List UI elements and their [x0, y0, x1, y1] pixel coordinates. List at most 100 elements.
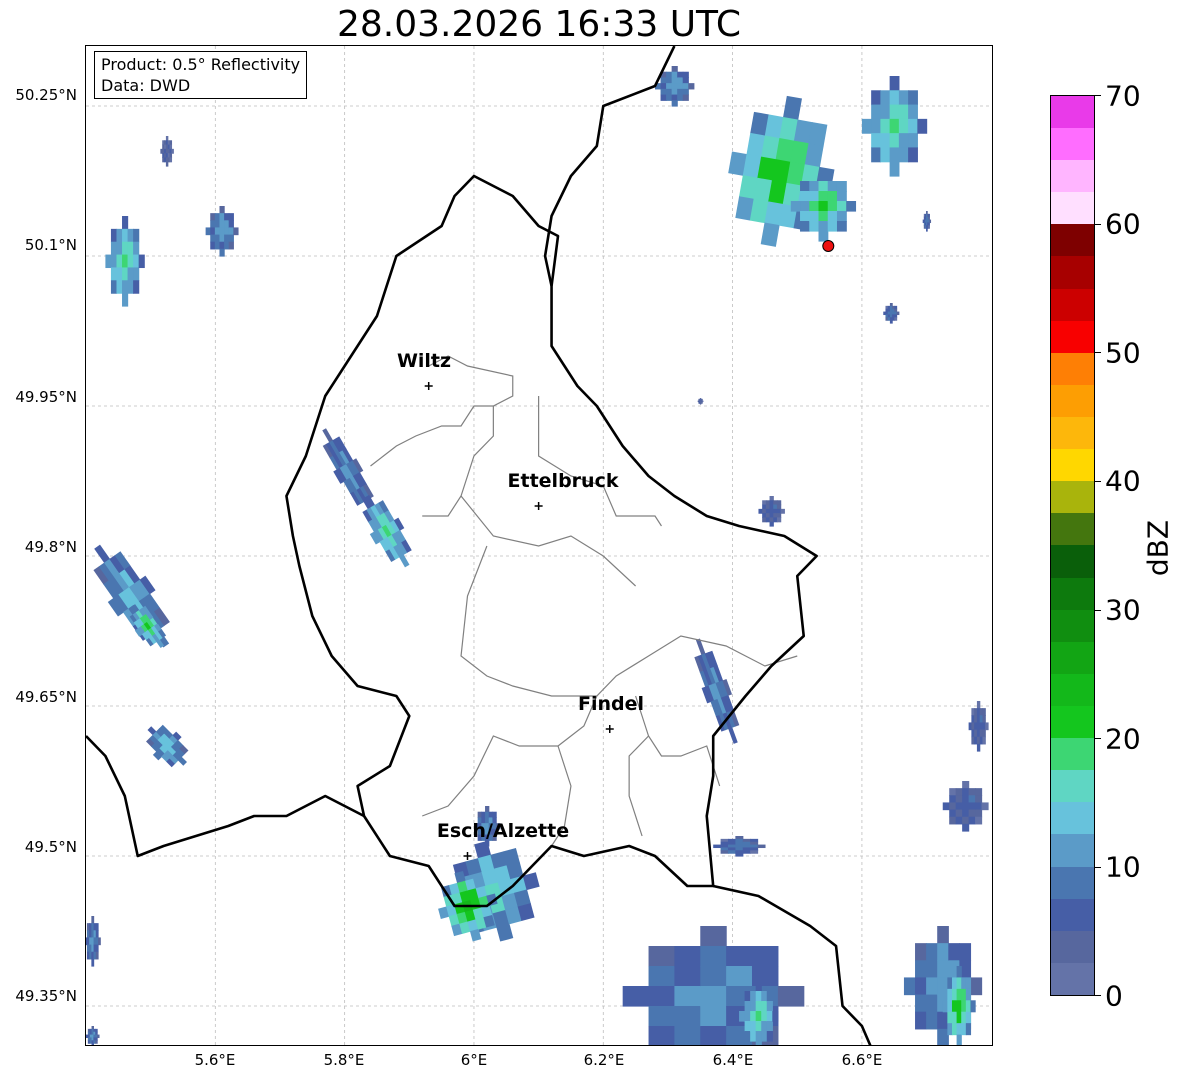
echo-cell	[622, 926, 805, 1045]
lon-label: 6.2°E	[583, 1051, 625, 1069]
colorbar-unit-label: dBZ	[1141, 519, 1175, 577]
echo-pixel	[751, 946, 779, 967]
echo-pixel	[965, 988, 972, 1001]
echo-pixel	[769, 508, 774, 514]
echo-pixel	[776, 500, 782, 506]
echo-pixel	[889, 90, 900, 106]
echo-pixel	[744, 1031, 751, 1042]
data-source-label: Data: DWD	[101, 76, 191, 95]
belgium-france-border	[86, 735, 365, 858]
echo-pixel	[95, 930, 99, 939]
map-canvas	[86, 46, 992, 1045]
echo-pixel	[836, 211, 847, 222]
echo-pixel	[98, 937, 101, 946]
echo-pixel	[926, 943, 938, 961]
city-marker	[463, 852, 472, 860]
echo-pixel	[949, 816, 957, 825]
echo-pixel	[818, 221, 829, 232]
echo-pixel	[761, 1021, 768, 1032]
city-label-findel: Findel	[577, 693, 645, 715]
echo-pixel	[956, 1034, 962, 1045]
echo-pixel	[488, 811, 494, 819]
echo-pixel	[880, 147, 891, 163]
echo-pixel	[219, 248, 225, 257]
colorbar-tick-label: 20	[1105, 722, 1141, 756]
echo-pixel	[818, 191, 829, 202]
echo-pixel	[800, 201, 810, 212]
echo-pixel	[937, 943, 949, 961]
echo-pixel	[777, 986, 805, 1007]
colorbar-segment	[1051, 513, 1094, 546]
echo-pixel	[762, 504, 767, 510]
echo-pixel	[965, 1023, 972, 1036]
map-title: 28.03.2026 16:33 UTC	[336, 4, 742, 45]
echo-pixel	[769, 513, 774, 519]
echo-pixel	[169, 140, 173, 146]
colorbar-tick-label: 40	[1105, 464, 1141, 498]
echo-pixel	[961, 1023, 967, 1036]
echo-pixel	[666, 71, 673, 79]
echo-pixel	[674, 986, 701, 1007]
echo-pixel	[956, 966, 962, 979]
colorbar-segment	[1051, 288, 1094, 321]
radar-map	[85, 45, 993, 1046]
colorbar-segment	[1051, 770, 1094, 803]
echo-cell	[942, 781, 989, 832]
echo-cell	[205, 206, 239, 257]
reflectivity-echoes	[86, 66, 989, 1045]
echo-pixel	[981, 802, 989, 811]
echo-pixel	[671, 88, 678, 96]
colorbar-tick	[1095, 738, 1101, 739]
echo-pixel	[800, 191, 810, 202]
echo-pixel	[322, 428, 334, 443]
lat-label: 49.65°N	[15, 688, 77, 706]
echo-pixel	[809, 211, 820, 222]
echo-pixel	[947, 1000, 953, 1013]
echo-pixel	[765, 513, 771, 519]
echo-pixel	[809, 201, 820, 212]
colorbar-tick-label: 30	[1105, 593, 1141, 627]
echo-pixel	[744, 1011, 751, 1022]
echo-pixel	[91, 916, 95, 924]
echo-pixel	[976, 743, 981, 752]
echo-pixel	[219, 241, 225, 250]
echo-pixel	[766, 1031, 773, 1042]
echo-cell	[86, 916, 101, 967]
echo-pixel	[95, 944, 99, 953]
echo-pixel	[648, 1006, 676, 1027]
lat-label: 50.25°N	[15, 86, 77, 104]
echo-pixel	[762, 508, 767, 514]
echo-pixel	[739, 1011, 746, 1022]
echo-cell	[968, 701, 989, 752]
echo-pixel	[105, 254, 112, 269]
colorbar-segment	[1051, 609, 1094, 642]
echo-pixel	[961, 988, 967, 1001]
echo-pixel	[926, 1011, 938, 1030]
echo-pixel	[961, 1000, 967, 1013]
echo-pixel	[942, 1000, 948, 1013]
echo-pixel	[780, 508, 785, 514]
echo-cell	[758, 496, 785, 527]
info-box: Product: 0.5° Reflectivity Data: DWD	[94, 51, 308, 99]
echo-pixel	[962, 823, 970, 832]
echo-pixel	[894, 317, 898, 321]
echo-pixel	[968, 802, 976, 811]
echo-pixel	[127, 241, 134, 256]
echo-pixel	[982, 715, 986, 724]
echo-pixel	[776, 517, 782, 523]
echo-pixel	[744, 991, 751, 1002]
echo-pixel	[219, 234, 225, 243]
echo-pixel	[671, 83, 678, 90]
echo-pixel	[889, 104, 900, 120]
echo-pixel	[726, 946, 753, 967]
echo-pixel	[755, 1031, 762, 1042]
echo-pixel	[728, 727, 738, 744]
echo-pixel	[210, 241, 216, 250]
echo-pixel	[677, 71, 684, 79]
echo-pixel	[929, 219, 932, 224]
echo-pixel	[955, 788, 963, 796]
echo-pixel	[917, 118, 928, 134]
echo-pixel	[224, 227, 230, 236]
echo-pixel	[648, 1026, 676, 1045]
echo-pixel	[956, 977, 962, 990]
